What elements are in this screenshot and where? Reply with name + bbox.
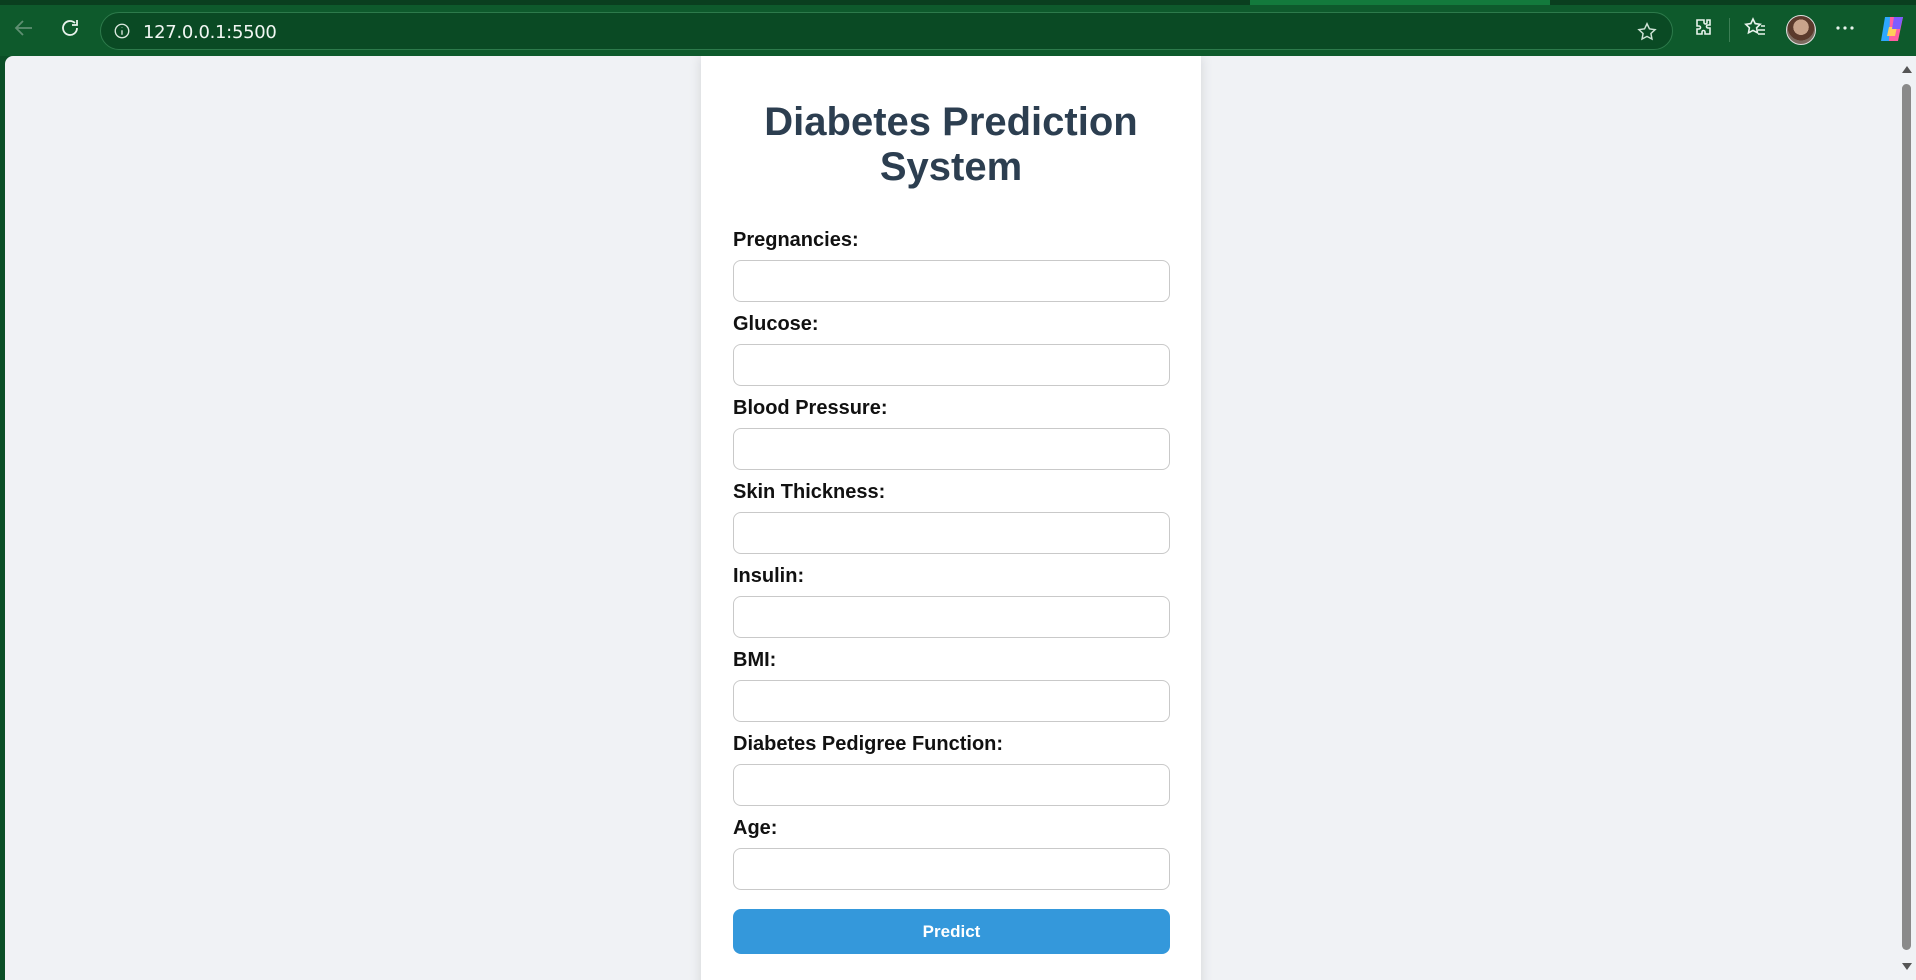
age-input[interactable] bbox=[733, 848, 1170, 890]
diabetes-pedigree-function-input[interactable] bbox=[733, 764, 1170, 806]
more-button[interactable] bbox=[1827, 10, 1863, 46]
favorites-button[interactable] bbox=[1737, 10, 1773, 46]
toolbar-divider bbox=[1729, 18, 1730, 42]
reload-button[interactable] bbox=[52, 10, 88, 46]
glucose-label: Glucose: bbox=[733, 313, 819, 335]
field-diabetes-pedigree-function: Diabetes Pedigree Function: bbox=[733, 732, 1170, 806]
extensions-button[interactable] bbox=[1686, 10, 1722, 46]
page-scrollbar[interactable] bbox=[1897, 56, 1916, 980]
active-tab-indicator[interactable] bbox=[1250, 0, 1550, 5]
field-glucose: Glucose: bbox=[733, 312, 1170, 386]
more-icon bbox=[1836, 26, 1854, 30]
page-viewport: Diabetes Prediction System Pregnancies: … bbox=[5, 56, 1897, 980]
age-label: Age: bbox=[733, 817, 778, 839]
address-url[interactable]: 127.0.0.1:5500 bbox=[143, 22, 277, 43]
info-icon[interactable] bbox=[113, 22, 131, 40]
field-bmi: BMI: bbox=[733, 648, 1170, 722]
star-icon[interactable] bbox=[1636, 21, 1658, 43]
page-title: Diabetes Prediction System bbox=[764, 100, 1138, 189]
skin-thickness-input[interactable] bbox=[733, 512, 1170, 554]
pregnancies-label: Pregnancies: bbox=[733, 229, 859, 251]
puzzle-icon bbox=[1696, 19, 1711, 35]
skin-thickness-label: Skin Thickness: bbox=[733, 481, 886, 503]
field-insulin: Insulin: bbox=[733, 564, 1170, 638]
field-skin-thickness: Skin Thickness: bbox=[733, 480, 1170, 554]
favorites-icon bbox=[1744, 17, 1765, 35]
scroll-thumb[interactable] bbox=[1902, 84, 1911, 950]
back-button[interactable] bbox=[6, 10, 42, 46]
pregnancies-input[interactable] bbox=[733, 260, 1170, 302]
profile-avatar[interactable] bbox=[1786, 15, 1816, 45]
arrow-left-icon bbox=[14, 20, 32, 36]
address-bar[interactable]: 127.0.0.1:5500 bbox=[100, 12, 1673, 50]
blood-pressure-input[interactable] bbox=[733, 428, 1170, 470]
blood-pressure-label: Blood Pressure: bbox=[733, 397, 888, 419]
insulin-input[interactable] bbox=[733, 596, 1170, 638]
scroll-down-arrow[interactable] bbox=[1902, 963, 1912, 970]
field-pregnancies: Pregnancies: bbox=[733, 228, 1170, 302]
tab-strip bbox=[0, 0, 1916, 5]
prediction-card: Diabetes Prediction System Pregnancies: … bbox=[701, 56, 1201, 980]
field-blood-pressure: Blood Pressure: bbox=[733, 396, 1170, 470]
field-age: Age: bbox=[733, 816, 1170, 890]
browser-toolbar: 127.0.0.1:5500 bbox=[0, 0, 1916, 56]
bmi-input[interactable] bbox=[733, 680, 1170, 722]
scroll-up-arrow[interactable] bbox=[1902, 66, 1912, 73]
reload-icon bbox=[62, 20, 78, 36]
glucose-input[interactable] bbox=[733, 344, 1170, 386]
prediction-form: Pregnancies: Glucose: Blood Pressure: Sk… bbox=[733, 228, 1170, 954]
bmi-label: BMI: bbox=[733, 649, 777, 671]
diabetes-pedigree-function-label: Diabetes Pedigree Function: bbox=[733, 733, 1004, 755]
insulin-label: Insulin: bbox=[733, 565, 805, 587]
copilot-icon[interactable] bbox=[1876, 13, 1908, 45]
predict-button[interactable]: Predict bbox=[733, 909, 1170, 954]
